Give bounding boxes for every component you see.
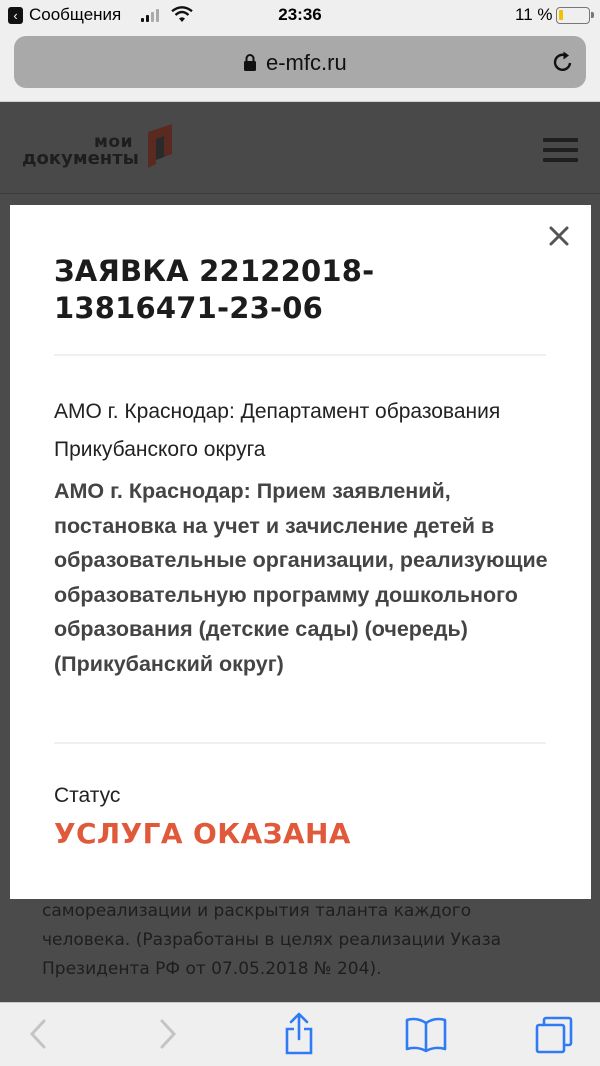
browser-toolbar [0, 1002, 600, 1066]
service-name: АМО г. Краснодар: Прием заявлений, поста… [54, 479, 548, 676]
divider [54, 354, 546, 356]
application-modal: ЗАЯВКА 22122018-13816471-23-06 АМО г. Кр… [10, 205, 591, 899]
address-bar[interactable]: e-mfc.ru [14, 36, 586, 88]
reload-icon[interactable] [551, 50, 575, 74]
close-icon[interactable] [548, 225, 570, 247]
status-bar: ‹ Сообщения 23:36 11 % [0, 0, 600, 32]
tabs-icon[interactable] [534, 1015, 574, 1055]
divider [54, 742, 546, 744]
browser-address-area: e-mfc.ru [0, 32, 600, 102]
url-text[interactable]: e-mfc.ru [266, 50, 347, 76]
forward-arrow-icon[interactable] [158, 1017, 178, 1051]
back-arrow-icon[interactable] [28, 1017, 48, 1051]
clock: 23:36 [278, 5, 322, 24]
lock-icon [244, 54, 256, 71]
logo-mark-icon [148, 124, 172, 168]
site-header: мои документы [0, 102, 600, 194]
background-paragraph: самореализации и раскрытия таланта каждо… [42, 901, 502, 979]
menu-icon[interactable] [543, 138, 578, 162]
logo-text-bottom: документы [22, 148, 139, 169]
battery-percent: 11 % [515, 5, 553, 24]
application-title: ЗАЯВКА 22122018-13816471-23-06 [54, 254, 375, 325]
battery-icon [556, 7, 594, 24]
bookmarks-icon[interactable] [404, 1017, 448, 1053]
department-name: АМО г. Краснодар: Департамент образовани… [54, 400, 501, 461]
site-logo[interactable]: мои документы [22, 124, 182, 172]
share-icon[interactable] [283, 1011, 315, 1055]
status-value: УСЛУГА ОКАЗАНА [54, 817, 351, 850]
status-label: Статус [54, 784, 121, 807]
